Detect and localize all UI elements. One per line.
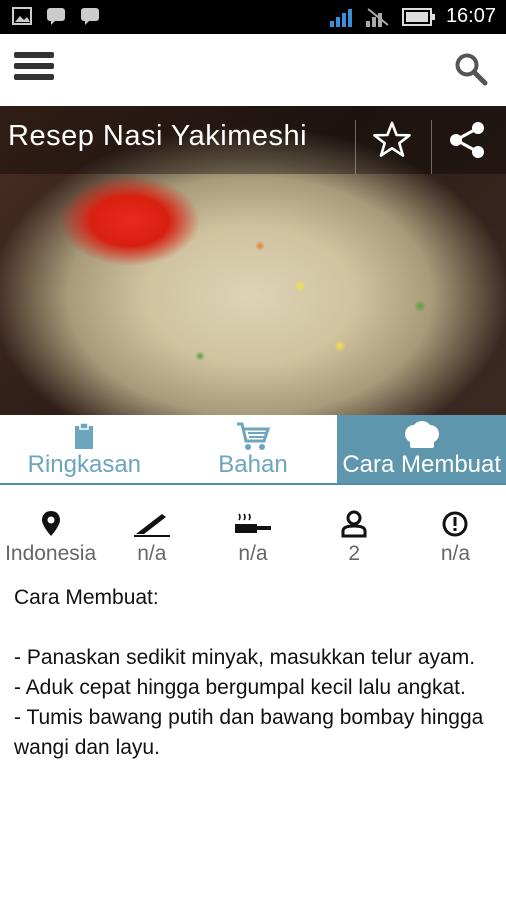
gallery-icon (12, 7, 32, 25)
app-bar (0, 34, 506, 106)
knife-icon (133, 514, 170, 537)
favorite-star-icon[interactable] (372, 120, 412, 160)
signal-icon (329, 8, 352, 27)
instruction-step: - Aduk cepat hingga bergumpal kecil lalu… (14, 676, 466, 699)
share-icon[interactable] (448, 120, 488, 160)
divider (431, 120, 432, 174)
bbm-icon (81, 8, 99, 25)
clipboard-icon (75, 422, 94, 449)
recipe-tabs: Ringkasan Bahan Cara Membuat (0, 415, 506, 485)
divider (355, 120, 356, 174)
info-value: n/a (238, 542, 268, 565)
instruction-step: - Panaskan sedikit minyak, masukkan telu… (14, 646, 476, 669)
info-origin: Indonesia (0, 508, 101, 570)
signal-2-icon (365, 7, 389, 27)
info-servings: 2 (304, 508, 405, 570)
info-difficulty: n/a (405, 508, 506, 570)
shopping-cart-icon (237, 422, 270, 450)
hamburger-icon (14, 63, 54, 69)
info-cook: n/a (202, 508, 303, 570)
instructions-heading: Cara Membuat: (14, 586, 159, 609)
recipe-title: Resep Nasi Yakimeshi (8, 120, 308, 152)
chef-hat-icon (404, 421, 439, 448)
hamburger-icon (14, 74, 54, 80)
location-pin-icon (41, 511, 60, 536)
recipe-instructions: Cara Membuat: - Panaskan sedikit minyak,… (14, 583, 494, 763)
info-value: Indonesia (5, 542, 97, 565)
info-value: n/a (137, 542, 167, 565)
status-bar: 16:07 (0, 0, 506, 34)
clock: 16:07 (445, 5, 496, 27)
tab-label: Ringkasan (27, 451, 142, 478)
bbm-icon (47, 8, 65, 25)
instruction-step: - Tumis bawang putih dan bawang bombay h… (14, 706, 484, 759)
tab-label: Cara Membuat (342, 451, 502, 478)
hamburger-icon (14, 52, 54, 58)
frying-pan-icon (235, 513, 271, 533)
tab-cara-membuat[interactable]: Cara Membuat (337, 415, 506, 483)
tab-ringkasan[interactable]: Ringkasan (0, 415, 169, 483)
menu-button[interactable] (14, 52, 54, 88)
tab-label: Bahan (218, 451, 288, 478)
alert-circle-icon (442, 511, 468, 537)
info-value: n/a (440, 542, 471, 565)
tab-bahan[interactable]: Bahan (169, 415, 338, 483)
info-value: 2 (348, 542, 361, 565)
recipe-info-row: Indonesia n/a n/a 2 n/a (0, 508, 506, 570)
info-prep: n/a (101, 508, 202, 570)
search-icon[interactable] (454, 52, 488, 86)
battery-icon (401, 7, 435, 26)
recipe-photo: Resep Nasi Yakimeshi (0, 106, 506, 415)
person-icon (341, 510, 367, 538)
